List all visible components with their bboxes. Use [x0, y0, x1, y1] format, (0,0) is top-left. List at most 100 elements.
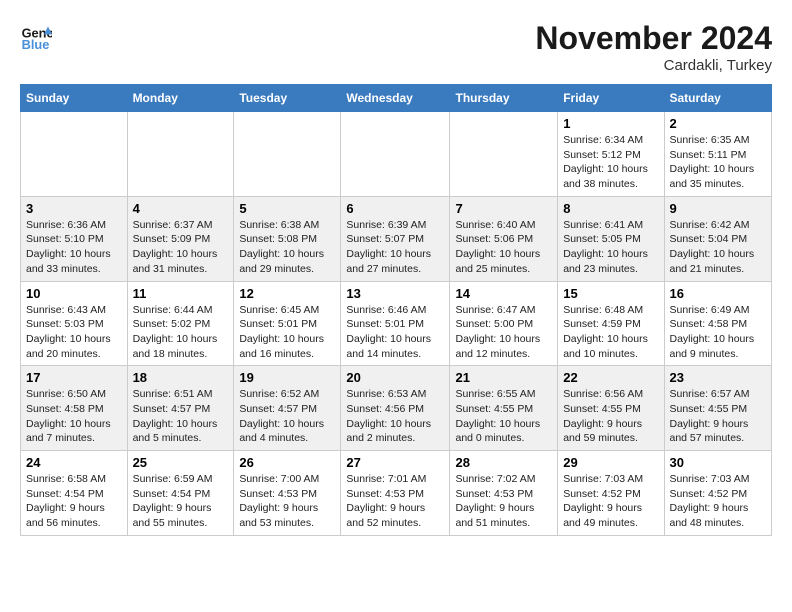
day-cell: 5Sunrise: 6:38 AMSunset: 5:08 PMDaylight… [234, 196, 341, 281]
day-number: 15 [563, 286, 658, 301]
cell-info: Daylight: 10 hours and 7 minutes. [26, 417, 122, 446]
day-number: 11 [133, 286, 229, 301]
day-number: 26 [239, 455, 335, 470]
cell-info: Daylight: 10 hours and 14 minutes. [346, 332, 444, 361]
col-header-saturday: Saturday [664, 85, 772, 112]
cell-info: Daylight: 10 hours and 12 minutes. [455, 332, 552, 361]
week-row-4: 17Sunrise: 6:50 AMSunset: 4:58 PMDayligh… [21, 366, 772, 451]
cell-info: Sunset: 4:53 PM [455, 487, 552, 502]
day-cell: 4Sunrise: 6:37 AMSunset: 5:09 PMDaylight… [127, 196, 234, 281]
cell-info: Sunset: 4:56 PM [346, 402, 444, 417]
day-cell: 14Sunrise: 6:47 AMSunset: 5:00 PMDayligh… [450, 281, 558, 366]
day-number: 7 [455, 201, 552, 216]
day-number: 19 [239, 370, 335, 385]
week-row-5: 24Sunrise: 6:58 AMSunset: 4:54 PMDayligh… [21, 451, 772, 536]
day-number: 9 [670, 201, 767, 216]
day-number: 23 [670, 370, 767, 385]
cell-info: Sunrise: 6:49 AM [670, 303, 767, 318]
day-cell [450, 112, 558, 197]
cell-info: Daylight: 10 hours and 20 minutes. [26, 332, 122, 361]
day-cell [234, 112, 341, 197]
cell-info: Sunset: 4:58 PM [670, 317, 767, 332]
day-cell: 20 Sunrise: 6:53 AMSunset: 4:56 PMDayligh… [341, 366, 450, 451]
cell-info: Daylight: 9 hours and 56 minutes. [26, 501, 122, 530]
logo: General Blue [20, 20, 52, 52]
week-row-2: 3Sunrise: 6:36 AMSunset: 5:10 PMDaylight… [21, 196, 772, 281]
day-number: 17 [26, 370, 122, 385]
cell-info: Daylight: 9 hours and 53 minutes. [239, 501, 335, 530]
cell-info: Sunrise: 6:48 AM [563, 303, 658, 318]
cell-info: Sunset: 4:55 PM [455, 402, 552, 417]
cell-info: Sunrise: 6:36 AM [26, 218, 122, 233]
day-number: 25 [133, 455, 229, 470]
cell-info: Sunset: 4:55 PM [563, 402, 658, 417]
cell-info: Sunset: 4:59 PM [563, 317, 658, 332]
day-cell: 30Sunrise: 7:03 AMSunset: 4:52 PMDayligh… [664, 451, 772, 536]
title-block: November 2024 Cardakli, Turkey [535, 20, 772, 74]
day-number: 14 [455, 286, 552, 301]
cell-info: Daylight: 10 hours and 5 minutes. [133, 417, 229, 446]
cell-info: Sunset: 4:52 PM [563, 487, 658, 502]
cell-info: Sunset: 5:11 PM [670, 148, 767, 163]
day-cell [127, 112, 234, 197]
cell-info: Daylight: 10 hours and 21 minutes. [670, 247, 767, 276]
cell-info: Sunrise: 6:44 AM [133, 303, 229, 318]
day-cell: 1Sunrise: 6:34 AMSunset: 5:12 PMDaylight… [558, 112, 664, 197]
day-number: 3 [26, 201, 122, 216]
day-cell [341, 112, 450, 197]
cell-info: Sunrise: 7:03 AM [563, 472, 658, 487]
day-cell: 13Sunrise: 6:46 AMSunset: 5:01 PMDayligh… [341, 281, 450, 366]
cell-info: Daylight: 10 hours and 31 minutes. [133, 247, 229, 276]
day-cell: 17Sunrise: 6:50 AMSunset: 4:58 PMDayligh… [21, 366, 128, 451]
cell-info: Daylight: 10 hours and 0 minutes. [455, 417, 552, 446]
cell-info: Sunrise: 6:41 AM [563, 218, 658, 233]
cell-info: Sunrise: 6:52 AM [239, 387, 335, 402]
cell-info: Sunrise: 6:37 AM [133, 218, 229, 233]
cell-info: Sunset: 4:53 PM [239, 487, 335, 502]
cell-info: Daylight: 10 hours and 33 minutes. [26, 247, 122, 276]
cell-info: Daylight: 10 hours and 2 minutes. [346, 417, 444, 446]
day-cell [21, 112, 128, 197]
day-cell: 8Sunrise: 6:41 AMSunset: 5:05 PMDaylight… [558, 196, 664, 281]
header-row: SundayMondayTuesdayWednesdayThursdayFrid… [21, 85, 772, 112]
day-number: 16 [670, 286, 767, 301]
day-cell: 9Sunrise: 6:42 AMSunset: 5:04 PMDaylight… [664, 196, 772, 281]
cell-info: Sunset: 5:02 PM [133, 317, 229, 332]
cell-info: Sunset: 4:53 PM [346, 487, 444, 502]
day-cell: 7Sunrise: 6:40 AMSunset: 5:06 PMDaylight… [450, 196, 558, 281]
cell-info: Sunrise: 6:53 AM [346, 387, 444, 402]
day-number: 20 [346, 370, 444, 385]
cell-info: Sunrise: 6:58 AM [26, 472, 122, 487]
day-number: 29 [563, 455, 658, 470]
cell-info: Sunrise: 6:59 AM [133, 472, 229, 487]
cell-info: Daylight: 10 hours and 23 minutes. [563, 247, 658, 276]
day-cell: 3Sunrise: 6:36 AMSunset: 5:10 PMDaylight… [21, 196, 128, 281]
cell-info: Sunrise: 6:39 AM [346, 218, 444, 233]
cell-info: Daylight: 10 hours and 38 minutes. [563, 162, 658, 191]
day-cell: 12Sunrise: 6:45 AMSunset: 5:01 PMDayligh… [234, 281, 341, 366]
cell-info: Sunrise: 7:01 AM [346, 472, 444, 487]
day-cell: 15 Sunrise: 6:48 AMSunset: 4:59 PMDayligh… [558, 281, 664, 366]
cell-info: Daylight: 9 hours and 52 minutes. [346, 501, 444, 530]
cell-info: Sunset: 4:58 PM [26, 402, 122, 417]
cell-info: Sunrise: 6:55 AM [455, 387, 552, 402]
day-number: 5 [239, 201, 335, 216]
day-cell: 10Sunrise: 6:43 AMSunset: 5:03 PMDayligh… [21, 281, 128, 366]
cell-info: Daylight: 10 hours and 10 minutes. [563, 332, 658, 361]
cell-info: Sunset: 4:57 PM [133, 402, 229, 417]
day-number: 24 [26, 455, 122, 470]
col-header-tuesday: Tuesday [234, 85, 341, 112]
day-cell: 26Sunrise: 7:00 AMSunset: 4:53 PMDayligh… [234, 451, 341, 536]
cell-info: Sunset: 5:03 PM [26, 317, 122, 332]
cell-info: Daylight: 10 hours and 27 minutes. [346, 247, 444, 276]
day-number: 22 [563, 370, 658, 385]
svg-text:Blue: Blue [22, 37, 50, 52]
week-row-1: 1Sunrise: 6:34 AMSunset: 5:12 PMDaylight… [21, 112, 772, 197]
cell-info: Daylight: 10 hours and 16 minutes. [239, 332, 335, 361]
day-number: 21 [455, 370, 552, 385]
location: Cardakli, Turkey [535, 57, 772, 74]
cell-info: Daylight: 9 hours and 55 minutes. [133, 501, 229, 530]
day-cell: 21 Sunrise: 6:55 AMSunset: 4:55 PMDayligh… [450, 366, 558, 451]
cell-info: Sunrise: 6:51 AM [133, 387, 229, 402]
col-header-wednesday: Wednesday [341, 85, 450, 112]
